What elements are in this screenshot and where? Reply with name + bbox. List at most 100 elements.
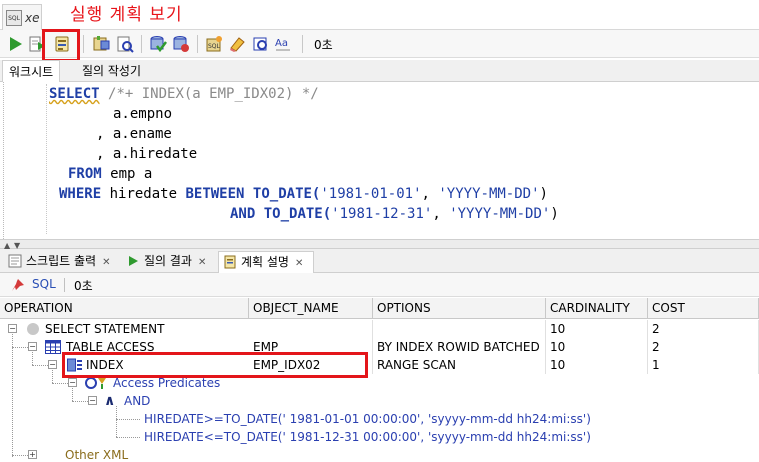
tree-connector bbox=[32, 352, 33, 365]
autotrace-icon[interactable] bbox=[91, 34, 111, 54]
code-line-3: , a.ename bbox=[96, 126, 172, 142]
result-toolbar: SQL 0초 bbox=[0, 273, 759, 297]
editor-subtabs: 워크시트 질의 작성기 bbox=[0, 60, 759, 82]
options-cell bbox=[373, 320, 546, 338]
explain-plan-icon bbox=[223, 255, 237, 269]
predicate-row[interactable]: HIREDATE<=TO_DATE(' 1981-12-31 00:00:00'… bbox=[0, 428, 759, 446]
tab-query-result[interactable]: 질의 결과 ✕ bbox=[122, 251, 218, 273]
sql-file-icon: SQL bbox=[6, 10, 22, 26]
other-xml-label: Other XML bbox=[65, 448, 129, 462]
tab-worksheet[interactable]: 워크시트 bbox=[2, 60, 61, 82]
sql-tuning-advisor-icon[interactable] bbox=[115, 34, 135, 54]
close-icon[interactable]: ✕ bbox=[295, 258, 303, 269]
tree-connector bbox=[52, 383, 68, 384]
sql-history-icon[interactable]: SQL bbox=[204, 34, 224, 54]
tab-explain-plan[interactable]: 계획 설명 ✕ bbox=[218, 251, 314, 273]
predicate-condition: HIREDATE<=TO_DATE(' 1981-12-31 00:00:00'… bbox=[144, 430, 591, 444]
indent-guide bbox=[46, 84, 47, 234]
result-toolbar-separator bbox=[64, 278, 65, 292]
cost-cell: 2 bbox=[648, 320, 759, 338]
script-output-icon bbox=[8, 254, 22, 268]
collapse-icon[interactable]: − bbox=[68, 378, 77, 387]
tree-connector bbox=[32, 365, 48, 366]
tree-connector bbox=[12, 455, 28, 456]
close-icon[interactable]: ✕ bbox=[102, 257, 110, 268]
tree-connector bbox=[12, 347, 28, 348]
worksheet-toolbar: SQL Aa 0초 bbox=[0, 30, 759, 58]
close-icon[interactable]: ✕ bbox=[198, 257, 206, 268]
find-icon[interactable] bbox=[251, 34, 271, 54]
svg-text:SQL: SQL bbox=[208, 43, 221, 50]
code-line-1: SELECT /*+ INDEX(a EMP_IDX02) */ bbox=[49, 86, 319, 102]
collapse-icon[interactable]: − bbox=[28, 342, 37, 351]
code-line-4: , a.hiredate bbox=[96, 146, 198, 162]
toolbar-separator bbox=[83, 35, 84, 53]
tree-connector bbox=[12, 334, 13, 457]
svg-text:Aa: Aa bbox=[275, 38, 288, 49]
tree-connector bbox=[116, 419, 140, 420]
code-line-7: AND TO_DATE('1981-12-31', 'YYYY-MM-DD') bbox=[230, 206, 559, 222]
cardinality-cell: 10 bbox=[546, 356, 648, 374]
cardinality-cell: 10 bbox=[546, 320, 648, 338]
predicate-row[interactable]: HIREDATE>=TO_DATE(' 1981-01-01 00:00:00'… bbox=[0, 410, 759, 428]
options-cell: RANGE SCAN bbox=[373, 356, 546, 374]
sql-editor[interactable]: SELECT /*+ INDEX(a EMP_IDX02) */ a.empno… bbox=[0, 82, 759, 239]
pin-icon[interactable] bbox=[10, 277, 26, 293]
explain-plan-grid: OPERATION OBJECT_NAME OPTIONS CARDINALIT… bbox=[0, 298, 759, 462]
object-name-cell bbox=[249, 320, 373, 338]
toolbar-separator bbox=[302, 35, 303, 53]
column-header-operation[interactable]: OPERATION bbox=[0, 298, 249, 319]
output-tabs: 스크립트 출력 ✕ 질의 결과 ✕ 계획 설명 ✕ bbox=[0, 249, 759, 273]
options-cell: BY INDEX ROWID BATCHED bbox=[373, 338, 546, 356]
predicate-row[interactable]: − ∧ AND bbox=[0, 392, 759, 410]
sql-link[interactable]: SQL bbox=[32, 277, 56, 291]
cost-cell: 2 bbox=[648, 338, 759, 356]
operation-cell: SELECT STATEMENT bbox=[45, 322, 165, 336]
format-case-icon[interactable]: Aa bbox=[273, 34, 293, 54]
cost-cell: 1 bbox=[648, 356, 759, 374]
tree-connector bbox=[116, 437, 140, 438]
plan-row[interactable]: + Other XML bbox=[0, 446, 759, 462]
editor-tab-strip: SQL xe 실행 계획 보기 bbox=[0, 0, 759, 30]
rollback-icon[interactable] bbox=[171, 34, 191, 54]
clear-icon[interactable] bbox=[227, 34, 247, 54]
and-operator-icon: ∧ bbox=[104, 393, 116, 409]
run-statement-icon[interactable] bbox=[5, 34, 25, 54]
commit-icon[interactable] bbox=[148, 34, 168, 54]
query-result-icon bbox=[126, 254, 140, 268]
collapse-icon[interactable]: − bbox=[88, 396, 97, 405]
tree-connector bbox=[116, 406, 117, 437]
annotation-title: 실행 계획 보기 bbox=[70, 5, 183, 25]
column-header-object-name[interactable]: OBJECT_NAME bbox=[249, 298, 373, 319]
index-row-highlight-box bbox=[62, 352, 368, 378]
panel-splitter[interactable]: ▲ ▼ bbox=[0, 239, 759, 250]
toolbar-separator bbox=[141, 35, 142, 53]
tree-connector bbox=[72, 388, 73, 401]
toolbar-separator bbox=[197, 35, 198, 53]
elapsed-time: 0초 bbox=[314, 38, 333, 52]
editor-tab-xe[interactable]: SQL xe bbox=[2, 4, 42, 30]
expand-icon[interactable]: + bbox=[28, 450, 37, 459]
and-label: AND bbox=[124, 394, 151, 408]
predicate-condition: HIREDATE>=TO_DATE(' 1981-01-01 00:00:00'… bbox=[144, 412, 591, 426]
collapse-icon[interactable]: − bbox=[8, 324, 17, 333]
result-elapsed-time: 0초 bbox=[74, 279, 93, 293]
explain-plan-highlight-box bbox=[42, 29, 80, 62]
tree-connector bbox=[72, 401, 88, 402]
code-line-6: WHERE hiredate BETWEEN TO_DATE('1981-01-… bbox=[59, 186, 548, 202]
grid-header: OPERATION OBJECT_NAME OPTIONS CARDINALIT… bbox=[0, 298, 759, 319]
code-line-2: a.empno bbox=[113, 106, 173, 122]
editor-tab-label: xe bbox=[25, 11, 40, 25]
table-icon bbox=[45, 340, 61, 357]
tab-query-builder[interactable]: 질의 작성기 bbox=[76, 60, 147, 82]
filter-icon bbox=[85, 376, 107, 393]
column-header-cardinality[interactable]: CARDINALITY bbox=[546, 298, 648, 319]
column-header-options[interactable]: OPTIONS bbox=[373, 298, 546, 319]
column-header-cost[interactable]: COST bbox=[648, 298, 759, 319]
tab-script-output[interactable]: 스크립트 출력 ✕ bbox=[4, 251, 122, 273]
plan-row[interactable]: − SELECT STATEMENT 10 2 bbox=[0, 320, 759, 338]
collapse-icon[interactable]: − bbox=[48, 360, 57, 369]
code-line-5: FROM emp a bbox=[68, 166, 153, 182]
statement-icon bbox=[27, 323, 39, 335]
cardinality-cell: 10 bbox=[546, 338, 648, 356]
